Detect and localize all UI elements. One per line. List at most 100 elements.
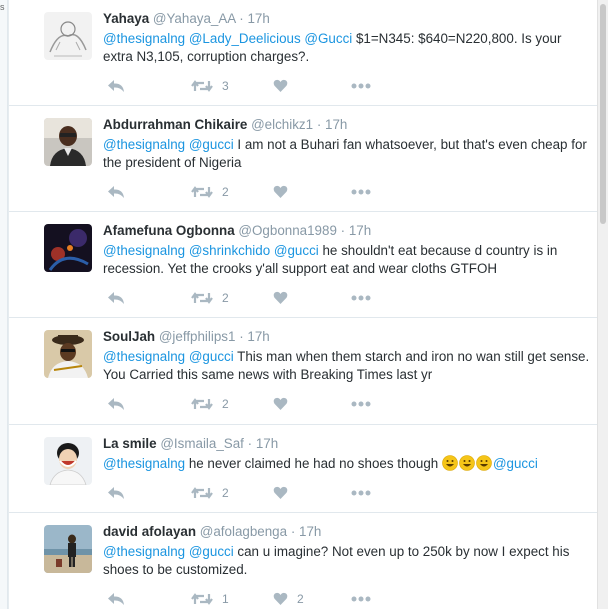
mention-link[interactable]: @Lady_Deelicious: [189, 31, 301, 46]
retweet-icon: [191, 186, 213, 198]
display-name[interactable]: La smile: [103, 436, 157, 451]
separator: ·: [239, 11, 244, 26]
reply-button[interactable]: [107, 182, 125, 202]
mention-link[interactable]: @thesignalng: [103, 456, 185, 471]
avatar[interactable]: [44, 12, 92, 60]
user-handle[interactable]: @jeffphilips1: [159, 329, 236, 344]
tweet-item[interactable]: Yahaya @Yahaya_AA · 17h @thesignalng @La…: [9, 0, 597, 106]
more-dots-icon: [351, 490, 371, 496]
tweet-text: @thesignalng @gucci can u imagine? Not e…: [103, 543, 593, 579]
more-button[interactable]: [351, 589, 371, 609]
reply-button[interactable]: [107, 288, 125, 308]
reply-icon: [108, 80, 124, 92]
tweet-text: @thesignalng he never claimed he had no …: [103, 455, 593, 473]
reply-button[interactable]: [107, 394, 125, 414]
timestamp[interactable]: 17h: [247, 11, 269, 26]
separator: ·: [247, 436, 253, 451]
avatar[interactable]: [44, 330, 92, 378]
timestamp[interactable]: 17h: [325, 117, 347, 132]
like-button[interactable]: [273, 483, 297, 503]
user-handle[interactable]: @Ismaila_Saf: [160, 436, 244, 451]
reply-button[interactable]: [107, 483, 125, 503]
grinning-face-icon: [459, 455, 475, 471]
more-button[interactable]: [351, 182, 371, 202]
retweet-count: 2: [222, 291, 229, 305]
mention-link[interactable]: @gucci: [493, 456, 538, 471]
like-button[interactable]: [273, 182, 297, 202]
avatar[interactable]: [44, 118, 92, 166]
heart-icon: [273, 592, 288, 605]
tweet-body: he never claimed he had no shoes though: [185, 456, 442, 471]
retweet-button[interactable]: 2: [191, 288, 229, 308]
tweet-text: @thesignalng @Lady_Deelicious @Gucci $1=…: [103, 30, 593, 66]
like-button[interactable]: [273, 394, 297, 414]
timestamp[interactable]: 17h: [247, 329, 269, 344]
more-button[interactable]: [351, 483, 371, 503]
like-button[interactable]: [273, 76, 297, 96]
mention-link[interactable]: @Gucci: [304, 31, 352, 46]
reply-icon: [108, 398, 124, 410]
reply-icon: [108, 186, 124, 198]
display-name[interactable]: Afamefuna Ogbonna: [103, 223, 235, 238]
tweet-actions: 2: [103, 483, 403, 503]
reply-button[interactable]: [107, 76, 125, 96]
retweet-icon: [191, 292, 213, 304]
more-dots-icon: [351, 295, 371, 301]
reply-icon: [108, 292, 124, 304]
reply-button[interactable]: [107, 589, 125, 609]
mention-link[interactable]: @thesignalng: [103, 31, 185, 46]
mention-link[interactable]: @gucci: [274, 243, 319, 258]
user-handle[interactable]: @Yahaya_AA: [153, 11, 236, 26]
retweet-button[interactable]: 2: [191, 483, 229, 503]
mention-link[interactable]: @thesignalng: [103, 243, 185, 258]
reply-icon: [108, 487, 124, 499]
avatar[interactable]: [44, 224, 92, 272]
retweet-button[interactable]: 1: [191, 589, 229, 609]
tweet-item[interactable]: Abdurrahman Chikaire @elchikz1 · 17h @th…: [9, 106, 597, 212]
separator: ·: [316, 117, 322, 132]
tweet-item[interactable]: david afolayan @afolagbenga · 17h @thesi…: [9, 513, 597, 609]
mention-link[interactable]: @gucci: [189, 544, 234, 559]
heart-icon: [273, 486, 288, 499]
display-name[interactable]: Yahaya: [103, 11, 149, 26]
vertical-scrollbar[interactable]: [597, 0, 608, 609]
tweet-actions: 1 2: [103, 589, 403, 609]
retweet-button[interactable]: 2: [191, 394, 229, 414]
tweet-item[interactable]: SoulJah @jeffphilips1 · 17h @thesignalng…: [9, 318, 597, 425]
mention-link[interactable]: @thesignalng: [103, 349, 185, 364]
display-name[interactable]: david afolayan: [103, 524, 196, 539]
user-handle[interactable]: @Ogbonna1989: [238, 223, 336, 238]
retweet-button[interactable]: 2: [191, 182, 229, 202]
display-name[interactable]: SoulJah: [103, 329, 155, 344]
more-button[interactable]: [351, 394, 371, 414]
user-handle[interactable]: @afolagbenga: [200, 524, 287, 539]
scrollbar-thumb[interactable]: [600, 4, 606, 224]
retweet-icon: [191, 80, 213, 92]
like-button[interactable]: 2: [273, 589, 304, 609]
timestamp[interactable]: 17h: [299, 524, 321, 539]
user-handle[interactable]: @elchikz1: [251, 117, 313, 132]
grinning-face-icon: [442, 455, 458, 471]
avatar[interactable]: [44, 525, 92, 573]
avatar[interactable]: [44, 437, 92, 485]
retweet-icon: [191, 398, 213, 410]
mention-link[interactable]: @gucci: [189, 137, 234, 152]
tweet-actions: 2: [103, 394, 403, 414]
like-button[interactable]: [273, 288, 297, 308]
more-button[interactable]: [351, 76, 371, 96]
mention-link[interactable]: @gucci: [189, 349, 234, 364]
separator: ·: [340, 223, 346, 238]
more-button[interactable]: [351, 288, 371, 308]
tweet-item[interactable]: Afamefuna Ogbonna @Ogbonna1989 · 17h @th…: [9, 212, 597, 318]
timestamp[interactable]: 17h: [349, 223, 371, 238]
retweet-button[interactable]: 3: [191, 76, 229, 96]
mention-link[interactable]: @thesignalng: [103, 137, 185, 152]
tweet-item[interactable]: La smile @Ismaila_Saf · 17h @thesignalng…: [9, 425, 597, 513]
timestamp[interactable]: 17h: [256, 436, 278, 451]
mention-link[interactable]: @thesignalng: [103, 544, 185, 559]
separator: ·: [239, 329, 244, 344]
grinning-face-icon: [476, 455, 492, 471]
mention-link[interactable]: @shrinkchido: [189, 243, 270, 258]
left-window-edge: s: [0, 0, 8, 609]
display-name[interactable]: Abdurrahman Chikaire: [103, 117, 247, 132]
